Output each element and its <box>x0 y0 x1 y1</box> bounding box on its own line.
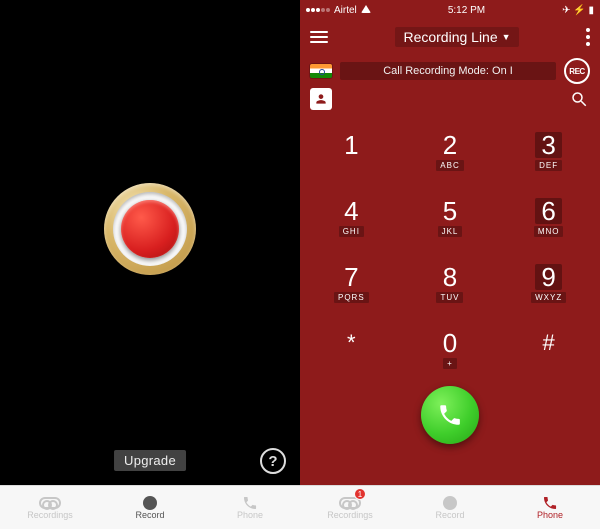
rec-badge-icon[interactable]: REC <box>564 58 590 84</box>
status-time: 5:12 PM <box>448 5 485 16</box>
top-bar: Recording Line ▼ <box>300 20 600 54</box>
dialpad-letters: WXYZ <box>531 292 566 303</box>
menu-icon[interactable] <box>310 31 328 43</box>
dialpad-digit: 8 <box>443 264 457 290</box>
dialpad-key-*[interactable]: * <box>314 318 389 380</box>
chevron-down-icon: ▼ <box>502 32 511 42</box>
record-dot-icon <box>443 496 457 510</box>
carrier-label: Airtel <box>334 5 357 16</box>
more-icon[interactable] <box>586 28 590 46</box>
phone-icon <box>542 495 558 511</box>
tab-label: Record <box>435 510 464 520</box>
wifi-icon <box>361 5 371 16</box>
upgrade-button[interactable]: Upgrade <box>114 450 186 471</box>
dialpad-letters <box>347 356 355 367</box>
dialpad-key-5[interactable]: 5 JKL <box>413 186 488 248</box>
country-flag-icon[interactable] <box>310 64 332 78</box>
dialpad-digit: * <box>347 332 356 354</box>
voicemail-icon <box>39 497 61 509</box>
dialpad-key-7[interactable]: 7 PQRS <box>314 252 389 314</box>
dialpad-key-9[interactable]: 9 WXYZ <box>511 252 586 314</box>
status-bar: Airtel 5:12 PM ✈ ⚡ ▮ <box>300 0 600 20</box>
tab-phone[interactable]: Phone <box>200 486 300 529</box>
record-button-dot <box>121 200 179 258</box>
tab-label: Recordings <box>27 510 73 520</box>
tab-label: Record <box>135 510 164 520</box>
right-screen: Airtel 5:12 PM ✈ ⚡ ▮ Recording Line ▼ Ca… <box>300 0 600 485</box>
tab-label: Recordings <box>327 510 373 520</box>
dialpad-letters: + <box>443 358 457 369</box>
status-right-icons: ✈ ⚡ ▮ <box>562 5 594 16</box>
dialpad-key-3[interactable]: 3 DEF <box>511 120 586 182</box>
tab-label: Phone <box>537 510 563 520</box>
dialpad-letters: MNO <box>534 226 564 237</box>
dialpad-letters: PQRS <box>334 292 369 303</box>
dialpad-key-6[interactable]: 6 MNO <box>511 186 586 248</box>
record-button-ring <box>113 192 187 266</box>
dialpad-digit: 5 <box>443 198 457 224</box>
dialpad-digit: 9 <box>535 264 561 290</box>
dialpad-key-2[interactable]: 2 ABC <box>413 120 488 182</box>
search-icon[interactable] <box>568 88 590 110</box>
right-tabbar: Recordings 1 Record Phone <box>300 485 600 529</box>
recording-line-label: Recording Line <box>403 29 497 45</box>
dialpad-letters: GHI <box>339 226 364 237</box>
tab-record[interactable]: Record <box>100 486 200 529</box>
tab-record[interactable]: Record <box>400 486 500 529</box>
right-phone: Airtel 5:12 PM ✈ ⚡ ▮ Recording Line ▼ Ca… <box>300 0 600 529</box>
dialpad-key-0[interactable]: 0+ <box>413 318 488 380</box>
dialpad-digit: 7 <box>344 264 358 290</box>
left-phone: Upgrade ? Recordings Record Phone <box>0 0 300 529</box>
help-icon[interactable]: ? <box>260 448 286 474</box>
dialpad-letters: DEF <box>535 160 562 171</box>
dialpad-key-#[interactable]: # <box>511 318 586 380</box>
dialpad-key-1[interactable]: 1 <box>314 120 389 182</box>
dialpad-digit: 3 <box>535 132 561 158</box>
dialpad-letters: TUV <box>436 292 463 303</box>
dialpad-letters: JKL <box>438 226 463 237</box>
dialpad-letters <box>545 356 553 367</box>
dialpad-key-4[interactable]: 4 GHI <box>314 186 389 248</box>
left-screen: Upgrade ? <box>0 0 300 485</box>
dialpad-digit: # <box>543 332 555 354</box>
left-tabbar: Recordings Record Phone <box>0 485 300 529</box>
dialpad-digit: 1 <box>344 132 358 158</box>
record-dot-icon <box>143 496 157 510</box>
record-button[interactable] <box>104 183 196 275</box>
dialpad-digit: 4 <box>344 198 358 224</box>
contacts-icon[interactable] <box>310 88 332 110</box>
recording-mode-status: Call Recording Mode: On I <box>340 62 556 80</box>
dialpad: 12ABC3DEF4GHI5JKL6MNO7PQRS8TUV9WXYZ*0+# <box>300 116 600 380</box>
signal-icon <box>306 8 330 12</box>
dialpad-key-8[interactable]: 8 TUV <box>413 252 488 314</box>
tab-recordings[interactable]: Recordings 1 <box>300 486 400 529</box>
recording-line-dropdown[interactable]: Recording Line ▼ <box>395 27 518 47</box>
tab-phone[interactable]: Phone <box>500 486 600 529</box>
recordings-badge: 1 <box>354 488 366 500</box>
dialpad-digit: 2 <box>443 132 457 158</box>
dialpad-letters: ABC <box>436 160 463 171</box>
dialpad-letters <box>347 160 355 171</box>
phone-icon <box>437 402 463 428</box>
tab-recordings[interactable]: Recordings <box>0 486 100 529</box>
dialpad-digit: 6 <box>535 198 561 224</box>
dialpad-digit: 0 <box>443 330 457 356</box>
call-button[interactable] <box>421 386 479 444</box>
phone-icon <box>242 495 258 511</box>
tab-label: Phone <box>237 510 263 520</box>
